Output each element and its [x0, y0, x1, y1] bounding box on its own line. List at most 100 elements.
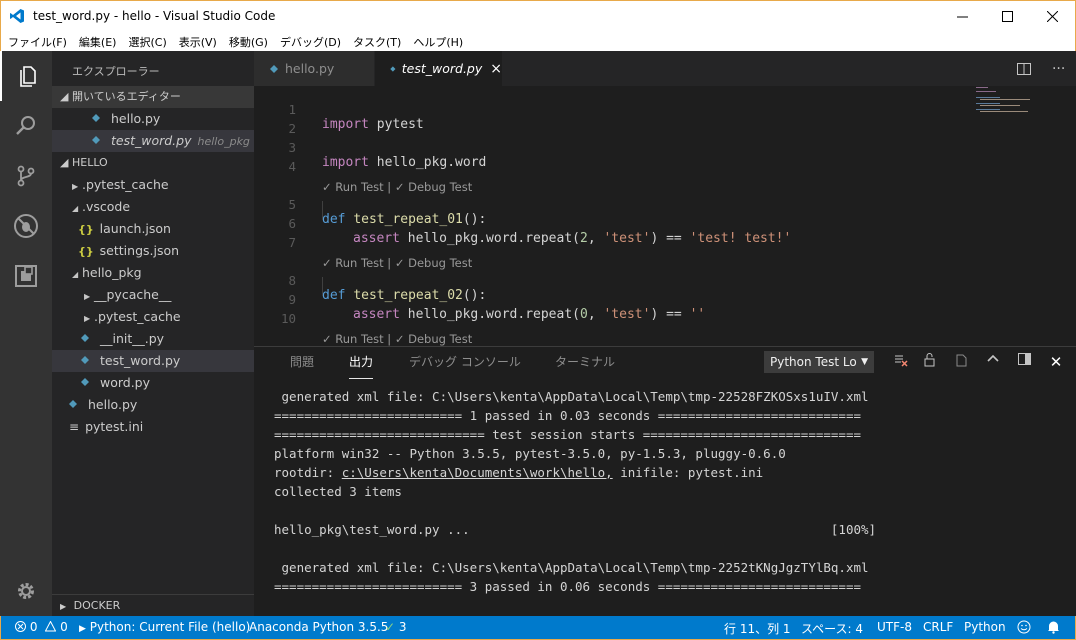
- activity-debug[interactable]: [0, 201, 52, 251]
- play-icon: ▶: [79, 624, 86, 634]
- explorer-sidebar: エクスプローラー ◢ 開いているエディター hello.py test_word…: [52, 51, 254, 616]
- close-panel-icon[interactable]: ✕: [1046, 353, 1066, 373]
- json-file-icon: {}: [78, 245, 94, 258]
- close-tab-icon[interactable]: ×: [490, 61, 502, 77]
- panel-tab-terminal[interactable]: ターミナル: [555, 347, 615, 379]
- maximize-icon: [1001, 10, 1013, 22]
- tree-file[interactable]: ≡ pytest.ini: [52, 416, 254, 438]
- tree-folder[interactable]: ▶ __pycache__: [52, 284, 254, 306]
- menu-help[interactable]: ヘルプ(H): [406, 31, 468, 51]
- python-file-icon: [92, 114, 100, 122]
- cursor-position[interactable]: 行 11、列 1: [724, 620, 791, 637]
- tree-file[interactable]: word.py: [52, 372, 254, 394]
- chevron-down-icon: ▼: [861, 357, 868, 367]
- debug-icon: [14, 214, 38, 238]
- open-log-file-icon[interactable]: [951, 353, 971, 373]
- panel-tab-debug-console[interactable]: デバッグ コンソール: [409, 347, 521, 379]
- clear-output-icon[interactable]: [891, 353, 911, 373]
- tree-folder[interactable]: ◢ hello_pkg: [52, 262, 254, 284]
- encoding[interactable]: UTF-8: [877, 620, 912, 634]
- tree-folder[interactable]: ▶ .pytest_cache: [52, 174, 254, 196]
- maximize-panel-icon[interactable]: [983, 353, 1003, 373]
- menu-view[interactable]: 表示(V): [172, 31, 222, 51]
- debug-config-indicator[interactable]: ▶ Python: Current File (hello): [79, 620, 250, 634]
- tab-test-word-py[interactable]: test_word.py ×: [375, 51, 502, 86]
- python-interpreter[interactable]: Anaconda Python 3.5.5: [249, 620, 388, 634]
- editor-tabs: hello.py test_word.py × ···: [254, 51, 1076, 86]
- activity-explorer[interactable]: [0, 51, 52, 101]
- folder-header[interactable]: ◢ HELLO: [52, 152, 254, 174]
- check-icon: ✓: [385, 620, 396, 634]
- panel-tab-problems[interactable]: 問題: [290, 347, 314, 379]
- indentation[interactable]: スペース: 4: [801, 620, 863, 637]
- language-mode[interactable]: Python: [964, 620, 1006, 634]
- tree-file[interactable]: {} launch.json: [52, 218, 254, 240]
- window-title: test_word.py - hello - Visual Studio Cod…: [33, 9, 276, 23]
- menu-file[interactable]: ファイル(F): [1, 31, 72, 51]
- files-icon: [20, 66, 36, 87]
- python-file-icon: [81, 378, 89, 386]
- menu-selection[interactable]: 選択(C): [121, 31, 171, 51]
- title-bar: test_word.py - hello - Visual Studio Cod…: [0, 0, 1076, 31]
- open-editors-header[interactable]: ◢ 開いているエディター: [52, 86, 254, 108]
- chevron-down-icon: ◢: [60, 156, 69, 169]
- panel-tab-output[interactable]: 出力: [349, 347, 374, 379]
- tree-file[interactable]: hello.py: [52, 394, 254, 416]
- activity-bar: [0, 51, 52, 616]
- code-line: 1 import pytest: [288, 102, 424, 132]
- menu-edit[interactable]: 編集(E): [72, 31, 122, 51]
- close-icon: [1046, 10, 1058, 22]
- tree-folder[interactable]: ◢ .vscode: [52, 196, 254, 218]
- tree-file[interactable]: {} settings.json: [52, 240, 254, 262]
- output-line-rootdir: rootdir: c:\Users\kenta\Documents\work\h…: [274, 465, 764, 480]
- chevron-right-icon: ▶: [84, 292, 91, 301]
- rootdir-link[interactable]: c:\Users\kenta\Documents\work\hello,: [342, 465, 613, 480]
- output-line: ========================= 1 passed in 0.…: [274, 408, 861, 423]
- problems-indicator[interactable]: 0 0: [15, 620, 68, 634]
- menu-tasks[interactable]: タスク(T): [346, 31, 406, 51]
- activity-search[interactable]: [0, 101, 52, 151]
- menu-go[interactable]: 移動(G): [222, 31, 273, 51]
- minimap[interactable]: [976, 86, 1046, 116]
- split-editor-icon[interactable]: [1016, 62, 1031, 75]
- code-line: 3 import hello_pkg.word: [288, 140, 487, 170]
- maximize-button[interactable]: [984, 1, 1030, 31]
- toggle-panel-position-icon[interactable]: [1014, 353, 1034, 373]
- python-file-icon: [81, 356, 89, 364]
- chevron-right-icon: ▶: [60, 602, 67, 611]
- code-editor[interactable]: 1 import pytest 2 3 import hello_pkg.wor…: [254, 86, 1076, 379]
- minimize-button[interactable]: [939, 1, 985, 31]
- tree-folder[interactable]: ▶ .pytest_cache: [52, 306, 254, 328]
- output-channel-select[interactable]: Python Test Lo ▼: [764, 351, 874, 373]
- notifications-bell-icon[interactable]: [1047, 620, 1060, 637]
- tests-status[interactable]: ✓ 3: [385, 620, 407, 634]
- gear-icon: [18, 583, 34, 599]
- open-editor-item-active[interactable]: test_word.py hello_pkg: [52, 130, 254, 152]
- activity-source-control[interactable]: [0, 151, 52, 201]
- json-file-icon: {}: [78, 223, 94, 236]
- activity-manage[interactable]: [0, 566, 52, 616]
- output-line: platform win32 -- Python 3.5.5, pytest-3…: [274, 446, 786, 461]
- menu-debug[interactable]: デバッグ(D): [273, 31, 346, 51]
- docker-section-header[interactable]: ▶ DOCKER: [52, 594, 254, 616]
- python-file-icon: [92, 136, 100, 144]
- code-line: 6 assert hello_pkg.word.repeat(2, 'test'…: [288, 216, 792, 246]
- open-editor-item[interactable]: hello.py: [52, 108, 254, 130]
- error-icon: [15, 621, 26, 632]
- tab-hello-py[interactable]: hello.py: [254, 51, 374, 86]
- close-window-button[interactable]: [1029, 1, 1075, 31]
- code-line: 9 assert hello_pkg.word.repeat(0, 'test'…: [288, 292, 706, 322]
- menu-bar: ファイル(F) 編集(E) 選択(C) 表示(V) 移動(G) デバッグ(D) …: [0, 31, 1076, 51]
- more-actions-icon[interactable]: ···: [1052, 61, 1065, 77]
- tree-file-selected[interactable]: test_word.py: [52, 350, 254, 372]
- code-line: 5 def test_repeat_01():: [288, 197, 487, 227]
- feedback-smiley-icon[interactable]: [1017, 620, 1031, 637]
- tree-file[interactable]: __init__.py: [52, 328, 254, 350]
- code-line: 8 def test_repeat_02():: [288, 273, 487, 303]
- end-of-line[interactable]: CRLF: [923, 620, 953, 634]
- chevron-down-icon: ◢: [72, 204, 79, 213]
- editor-actions: ···: [1006, 51, 1076, 86]
- lock-icon[interactable]: [920, 353, 940, 373]
- output-line: collected 3 items: [274, 484, 402, 499]
- activity-extensions[interactable]: [0, 251, 52, 301]
